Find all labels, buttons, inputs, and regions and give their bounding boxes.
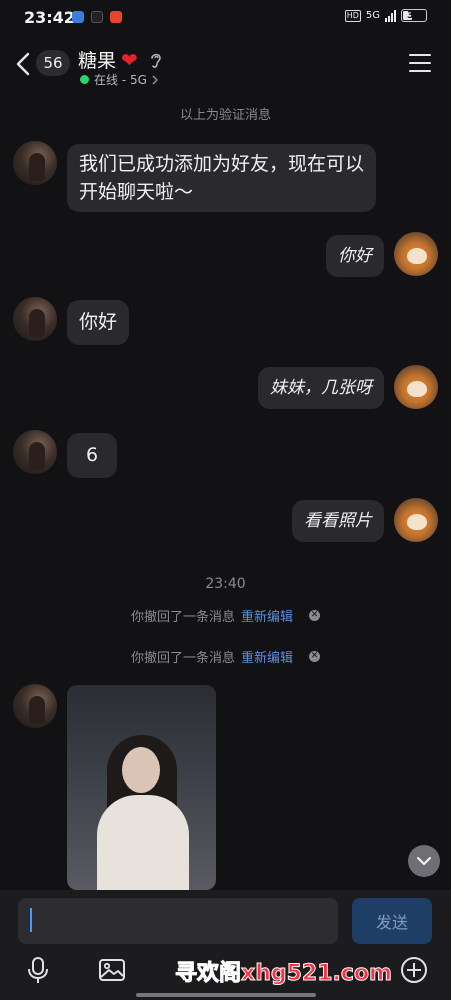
chat-header: 56 糖果 ❤ 在线 - 5G	[0, 36, 451, 92]
message-bubble-outgoing[interactable]: 妹妹，几张呀	[258, 367, 384, 409]
chevron-right-icon	[152, 75, 158, 84]
home-indicator[interactable]	[136, 993, 316, 997]
recall-text: 你撤回了一条消息	[130, 651, 235, 666]
my-avatar[interactable]	[394, 498, 438, 542]
text-caret	[30, 908, 32, 932]
verify-notice: 以上为验证消息	[179, 108, 271, 123]
send-button[interactable]: 发送	[352, 898, 432, 944]
re-edit-link[interactable]: 重新编辑	[241, 647, 293, 666]
online-status[interactable]: 在线 - 5G	[80, 71, 158, 88]
signal-icon	[385, 9, 396, 22]
contact-name: 糖果	[78, 50, 117, 72]
message-input[interactable]	[18, 898, 338, 944]
image-icon[interactable]	[98, 956, 126, 984]
unread-count-badge[interactable]: 56	[36, 50, 70, 76]
my-avatar[interactable]	[394, 365, 438, 409]
message-bubble-outgoing[interactable]: 你好	[326, 235, 384, 277]
photo-message[interactable]	[67, 685, 216, 890]
status-bar: 23:42 HD 5G 37	[0, 0, 451, 34]
message-bubble-incoming[interactable]: 我们已成功添加为好友，现在可以开始聊天啦～	[67, 144, 376, 212]
menu-icon[interactable]	[409, 54, 431, 72]
status-time: 23:42	[24, 8, 75, 27]
recall-text: 你撤回了一条消息	[130, 610, 235, 625]
tiktok-app-icon	[91, 11, 103, 23]
my-avatar[interactable]	[394, 232, 438, 276]
close-icon[interactable]: ✕	[309, 610, 321, 621]
message-bubble-outgoing[interactable]: 看看照片	[292, 500, 384, 542]
online-status-text: 在线 - 5G	[94, 73, 147, 87]
ear-icon[interactable]	[149, 51, 163, 69]
plus-icon[interactable]	[400, 956, 428, 984]
scroll-down-button[interactable]	[408, 845, 440, 877]
recall-notice: 你撤回了一条消息 重新编辑 ✕	[0, 647, 451, 666]
hd-icon: HD	[344, 9, 361, 22]
recall-notice: 你撤回了一条消息 重新编辑 ✕	[0, 606, 451, 625]
microphone-icon[interactable]	[24, 956, 52, 984]
message-bubble-incoming[interactable]: 你好	[67, 300, 130, 345]
close-icon[interactable]: ✕	[309, 651, 321, 662]
time-divider: 23:40	[205, 576, 246, 592]
contact-avatar[interactable]	[13, 141, 57, 185]
back-chevron-icon[interactable]	[14, 52, 34, 76]
contact-title[interactable]: 糖果 ❤	[78, 46, 163, 73]
contact-avatar[interactable]	[13, 684, 57, 728]
contact-avatar[interactable]	[13, 297, 57, 341]
weibo-app-icon	[110, 11, 122, 23]
battery-icon: 37	[401, 9, 427, 22]
qq-app-icon	[72, 11, 84, 23]
heart-icon: ❤	[121, 47, 138, 72]
contact-avatar[interactable]	[13, 430, 57, 474]
re-edit-link[interactable]: 重新编辑	[241, 606, 293, 625]
online-dot-icon	[80, 75, 89, 84]
message-bubble-incoming[interactable]: 6	[67, 433, 118, 478]
watermark: 寻欢阁xhg521.com	[175, 961, 393, 987]
chevron-down-icon	[416, 856, 432, 866]
network-label: 5G	[365, 10, 380, 21]
battery-level: 37	[407, 10, 421, 21]
